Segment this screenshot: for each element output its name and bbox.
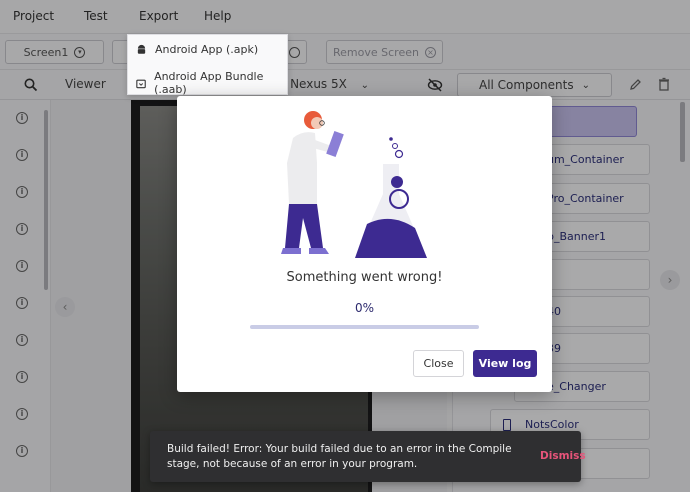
progress-bar <box>250 325 479 329</box>
bundle-icon <box>136 79 146 88</box>
export-dropdown-menu: Android App (.apk) Android App Bundle (.… <box>127 34 288 96</box>
error-message: Something went wrong! <box>286 270 443 285</box>
export-aab-item[interactable]: Android App Bundle (.aab) <box>136 70 287 96</box>
build-failed-snackbar: Build failed! Error: Your build failed d… <box>150 431 586 482</box>
build-status-dialog: Something went wrong! 0% Close View log <box>177 96 552 392</box>
view-log-button[interactable]: View log <box>473 350 537 377</box>
android-icon <box>137 44 146 54</box>
dismiss-button[interactable]: Dismiss <box>540 450 586 462</box>
close-button[interactable]: Close <box>413 350 464 377</box>
snackbar-message: Build failed! Error: Your build failed d… <box>167 443 512 470</box>
export-apk-item[interactable]: Android App (.apk) <box>136 43 258 56</box>
export-apk-label: Android App (.apk) <box>155 43 259 56</box>
export-aab-label: Android App Bundle (.aab) <box>154 70 264 96</box>
progress-percent: 0% <box>354 301 375 315</box>
scientist-flask-illustration <box>281 111 427 258</box>
